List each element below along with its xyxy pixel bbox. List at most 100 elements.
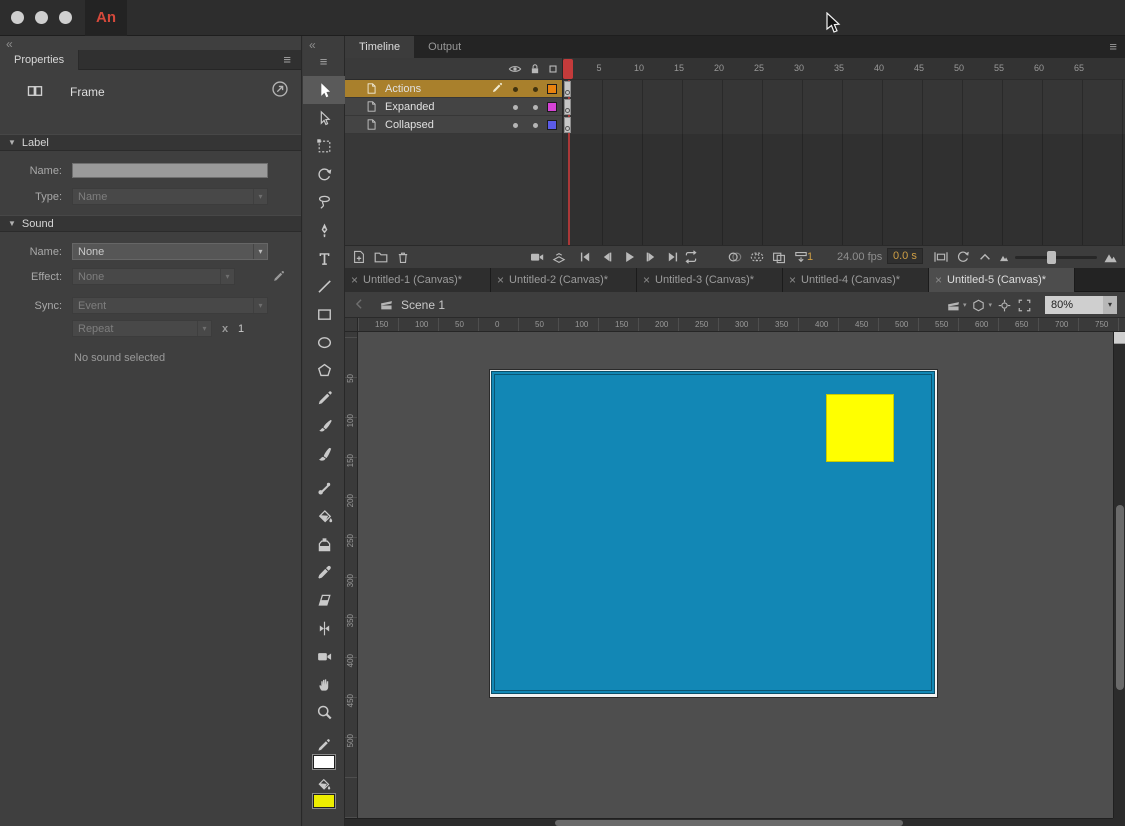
paint-bucket-tool[interactable] [303, 502, 345, 530]
sound-name-select[interactable]: None ▾ [72, 243, 268, 260]
polystar-tool[interactable] [303, 356, 345, 384]
zoom-window-button[interactable] [59, 11, 72, 24]
loop-icon[interactable] [683, 249, 699, 265]
clip-content-icon[interactable] [1017, 298, 1032, 313]
center-stage-icon[interactable] [997, 298, 1012, 313]
circle-arrow-icon[interactable] [271, 80, 289, 98]
layer-visibility-dot[interactable] [513, 123, 518, 128]
onion-skin-icon[interactable] [727, 249, 743, 265]
camera-tool[interactable] [303, 642, 345, 670]
eraser-tool[interactable] [303, 586, 345, 614]
layer-expanded[interactable]: Expanded [345, 98, 562, 116]
keyframe-frame1[interactable] [564, 99, 571, 115]
layer-name[interactable]: Expanded [385, 101, 435, 113]
large-frames-icon[interactable] [1103, 250, 1118, 265]
tab-properties[interactable]: Properties [0, 50, 79, 70]
new-layer-icon[interactable] [351, 249, 367, 265]
minimize-window-button[interactable] [35, 11, 48, 24]
panel-menu-icon[interactable]: ≡ [283, 52, 291, 67]
close-tab-icon[interactable]: × [935, 273, 942, 287]
playhead[interactable] [563, 59, 573, 79]
keyframe-frame1[interactable] [564, 117, 571, 133]
layer-outline-swatch[interactable] [547, 102, 557, 112]
layer-visibility-dot[interactable] [513, 105, 518, 110]
horizontal-scrollbar[interactable] [345, 818, 1113, 826]
rotation-tool[interactable] [303, 160, 345, 188]
yellow-rectangle[interactable] [826, 394, 894, 462]
pen-tool[interactable] [303, 216, 345, 244]
vertical-scrollbar[interactable] [1113, 332, 1125, 818]
label-name-input[interactable] [72, 163, 268, 178]
delete-icon[interactable] [395, 249, 411, 265]
minimize-icon[interactable] [977, 249, 993, 265]
free-transform-tool[interactable] [303, 132, 345, 160]
zoom-tool[interactable] [303, 698, 345, 726]
outline-all-layers-icon[interactable] [546, 62, 560, 76]
bone-tool[interactable] [303, 474, 345, 502]
pencil-tool[interactable] [303, 384, 345, 412]
vertical-scrollbar-thumb[interactable] [1116, 505, 1124, 690]
scene-name[interactable]: Scene 1 [401, 298, 445, 312]
frame-grid[interactable] [562, 80, 1125, 245]
edit-symbol-icon[interactable] [971, 298, 986, 313]
close-tab-icon[interactable]: × [351, 273, 358, 287]
frame-ruler[interactable]: 5101520253035404550556065 [562, 58, 1125, 80]
new-folder-icon[interactable] [373, 249, 389, 265]
keyframe-frame1[interactable] [564, 81, 571, 97]
onion-outline-icon[interactable] [749, 249, 765, 265]
layer-collapsed[interactable]: Collapsed [345, 116, 562, 134]
rectangle-tool[interactable] [303, 300, 345, 328]
timeline-zoom-slider[interactable] [1015, 256, 1097, 259]
lasso-tool[interactable] [303, 188, 345, 216]
step-forward-icon[interactable] [643, 249, 659, 265]
tools-menu-icon[interactable]: ≡ [303, 54, 344, 69]
elapsed-time[interactable]: 0.0 s [887, 248, 923, 264]
line-tool[interactable] [303, 272, 345, 300]
frame-rate[interactable]: 24.00 fps [837, 251, 882, 263]
reset-zoom-icon[interactable] [955, 249, 971, 265]
sound-effect-select[interactable]: None ▾ [72, 268, 235, 285]
ink-bottle-tool[interactable] [303, 530, 345, 558]
close-tab-icon[interactable]: × [497, 273, 504, 287]
collapse-tools-icon[interactable]: « [309, 38, 316, 52]
camera-icon[interactable] [529, 249, 545, 265]
collapse-panel-icon[interactable]: « [6, 37, 13, 51]
zoom-select[interactable]: 80% ▾ [1045, 296, 1117, 314]
text-tool[interactable] [303, 244, 345, 272]
disclosure-icon[interactable]: ▼ [8, 219, 16, 228]
hand-tool[interactable] [303, 670, 345, 698]
label-section-header[interactable]: ▼ Label [0, 134, 301, 151]
document-tab[interactable]: ×Untitled-2 (Canvas)* [491, 268, 637, 292]
frame-size-icon[interactable] [933, 249, 949, 265]
sound-section-header[interactable]: ▼ Sound [0, 215, 301, 232]
back-icon[interactable] [352, 297, 366, 311]
layer-actions[interactable]: Actions [345, 80, 562, 98]
play-icon[interactable] [621, 249, 637, 265]
edit-multiple-frames-icon[interactable] [771, 249, 787, 265]
small-frames-icon[interactable] [999, 253, 1009, 263]
disclosure-icon[interactable]: ▼ [8, 138, 16, 147]
layer-outline-swatch[interactable] [547, 120, 557, 130]
layer-name[interactable]: Actions [385, 83, 421, 95]
layer-name[interactable]: Collapsed [385, 119, 434, 131]
layer-lock-dot[interactable] [533, 105, 538, 110]
scrollbar-top-button[interactable] [1114, 332, 1125, 344]
go-last-icon[interactable] [665, 249, 681, 265]
current-frame[interactable]: 1 [807, 251, 813, 263]
tab-timeline[interactable]: Timeline [345, 36, 414, 58]
fill-color-swatch[interactable] [313, 794, 335, 808]
edit-envelope-icon[interactable] [272, 270, 285, 283]
layer-outline-swatch[interactable] [547, 84, 557, 94]
sound-sync-select[interactable]: Event ▾ [72, 297, 268, 314]
width-tool[interactable] [303, 614, 345, 642]
stroke-color-swatch[interactable] [313, 755, 335, 769]
go-first-icon[interactable] [577, 249, 593, 265]
tab-output[interactable]: Output [414, 36, 475, 58]
close-tab-icon[interactable]: × [789, 273, 796, 287]
eyedropper-tool[interactable] [303, 558, 345, 586]
subselection-tool[interactable] [303, 104, 345, 132]
brush-tool[interactable] [303, 440, 345, 468]
oval-tool[interactable] [303, 328, 345, 356]
close-window-button[interactable] [11, 11, 24, 24]
horizontal-scrollbar-thumb[interactable] [555, 820, 903, 826]
